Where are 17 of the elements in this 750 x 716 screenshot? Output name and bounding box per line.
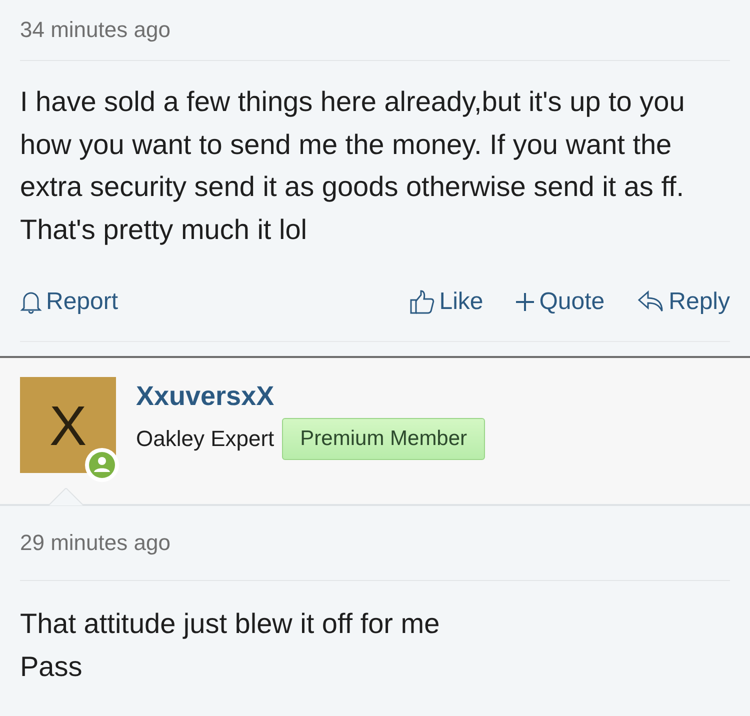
user-title: Oakley Expert [136, 426, 274, 452]
post-text: I have sold a few things here already,but it's up to you how you want to send me the money. If you want the extra security send it as goods otherwise send it as ff. That's pretty much it lol [20, 85, 686, 247]
member-badge: Premium Member [282, 418, 486, 460]
reply-arrow-icon [636, 290, 665, 314]
reply-link[interactable]: Reply [636, 288, 730, 316]
author-name[interactable]: XxuversxX [136, 381, 486, 412]
user-status-icon [84, 447, 120, 483]
avatar[interactable]: X [20, 377, 116, 473]
plus-icon [515, 292, 536, 312]
like-link[interactable]: Like [409, 288, 484, 316]
quote-link[interactable]: Quote [515, 288, 605, 316]
report-link[interactable]: Report [20, 288, 118, 316]
post-time: 29 minutes ago [20, 506, 730, 581]
thumbs-up-icon [409, 289, 436, 315]
post-time: 34 minutes ago [20, 0, 730, 61]
post-text: That attitude just blew it off for me Pass [20, 607, 441, 684]
bell-icon [20, 290, 42, 314]
